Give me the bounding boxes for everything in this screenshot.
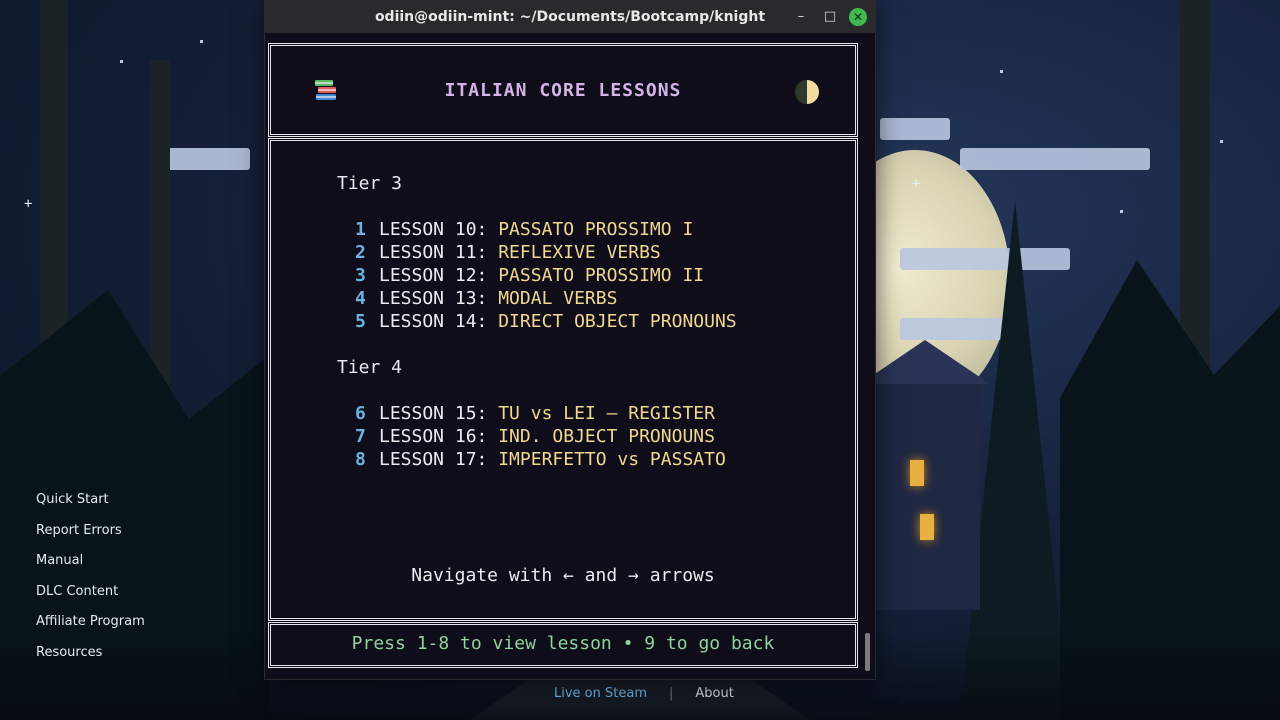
prompt-box: Press 1-8 to view lesson • 9 to go back bbox=[268, 622, 858, 668]
lesson-item[interactable]: 8 LESSON 17: IMPERFETTO vs PASSATO bbox=[355, 449, 726, 470]
close-button[interactable]: ✕ bbox=[849, 8, 867, 26]
menu-resources[interactable]: Resources bbox=[36, 643, 145, 674]
maximize-button[interactable]: □ bbox=[821, 8, 839, 26]
star: + bbox=[24, 196, 33, 212]
lesson-number: 4 bbox=[355, 288, 366, 309]
minimize-button[interactable]: – bbox=[792, 8, 810, 26]
desktop-footer: Live on Steam | About bbox=[554, 686, 734, 701]
terminal-scrollbar[interactable] bbox=[865, 633, 870, 671]
terminal-window[interactable]: odiin@odiin-mint: ~/Documents/Bootcamp/k… bbox=[264, 0, 876, 680]
lesson-label: LESSON 14: bbox=[379, 311, 499, 332]
lessons-box: Tier 3 1 LESSON 10: PASSATO PROSSIMO I 2L… bbox=[268, 138, 858, 621]
menu-quick-start[interactable]: Quick Start bbox=[36, 490, 145, 521]
lesson-label: LESSON 12: bbox=[379, 265, 499, 286]
lesson-label: LESSON 17: bbox=[379, 449, 499, 470]
tier-heading: Tier 3 bbox=[337, 173, 403, 194]
lesson-name: TU vs LEI – REGISTER bbox=[498, 403, 715, 424]
lesson-name: DIRECT OBJECT PRONOUNS bbox=[498, 311, 737, 332]
star bbox=[1120, 210, 1123, 213]
lesson-label: LESSON 16: bbox=[379, 426, 499, 447]
cloud bbox=[960, 148, 1150, 170]
lesson-name: MODAL VERBS bbox=[498, 288, 618, 309]
lesson-item[interactable]: 7 LESSON 16: IND. OBJECT PRONOUNS bbox=[355, 426, 715, 447]
menu-affiliate-program[interactable]: Affiliate Program bbox=[36, 612, 145, 643]
lesson-number: 6 bbox=[355, 403, 366, 424]
star bbox=[120, 60, 123, 63]
cloud bbox=[900, 248, 1070, 270]
lesson-item[interactable]: 6 LESSON 15: TU vs LEI – REGISTER bbox=[355, 403, 715, 424]
lesson-label: LESSON 11: bbox=[379, 242, 499, 263]
tier-heading: Tier 4 bbox=[337, 357, 403, 378]
lesson-name: REFLEXIVE VERBS bbox=[498, 242, 661, 263]
live-on-steam-link[interactable]: Live on Steam bbox=[554, 686, 647, 701]
cloud bbox=[900, 318, 1010, 340]
desktop-side-menu: Quick Start Report Errors Manual DLC Con… bbox=[36, 490, 145, 673]
lesson-item[interactable]: 4 LESSON 13: MODAL VERBS bbox=[355, 288, 617, 309]
lesson-name: PASSATO PROSSIMO I bbox=[498, 219, 694, 240]
lit-window bbox=[920, 514, 934, 540]
app-title: ITALIAN CORE LESSONS bbox=[444, 80, 682, 101]
lesson-label: LESSON 10: bbox=[379, 219, 499, 240]
menu-manual[interactable]: Manual bbox=[36, 551, 145, 582]
header-box: ITALIAN CORE LESSONS bbox=[268, 43, 858, 137]
window-titlebar[interactable]: odiin@odiin-mint: ~/Documents/Bootcamp/k… bbox=[265, 1, 875, 33]
star bbox=[1000, 70, 1003, 73]
lesson-label: LESSON 15: bbox=[379, 403, 499, 424]
lesson-number: 8 bbox=[355, 449, 366, 470]
command-prompt: Press 1-8 to view lesson • 9 to go back bbox=[351, 633, 775, 654]
lesson-number: 7 bbox=[355, 426, 366, 447]
lesson-item[interactable]: 1 LESSON 10: PASSATO PROSSIMO I bbox=[355, 219, 693, 240]
lesson-name: PASSATO PROSSIMO II bbox=[498, 265, 705, 286]
half-moon-theme-icon[interactable] bbox=[795, 80, 819, 104]
about-link[interactable]: About bbox=[695, 686, 733, 701]
lit-window bbox=[910, 460, 924, 486]
lesson-name: IMPERFETTO vs PASSATO bbox=[498, 449, 726, 470]
lesson-name: IND. OBJECT PRONOUNS bbox=[498, 426, 715, 447]
lesson-item[interactable]: 3 LESSON 12: PASSATO PROSSIMO II bbox=[355, 265, 704, 286]
house bbox=[860, 340, 990, 610]
menu-report-errors[interactable]: Report Errors bbox=[36, 521, 145, 552]
lesson-item[interactable]: 5 LESSON 14: DIRECT OBJECT PRONOUNS bbox=[355, 311, 737, 332]
lesson-label: LESSON 13: bbox=[379, 288, 499, 309]
star bbox=[1220, 140, 1223, 143]
lesson-number: 1 bbox=[355, 219, 366, 240]
lesson-number: 3 bbox=[355, 265, 366, 286]
footer-separator: | bbox=[668, 686, 674, 701]
star bbox=[200, 40, 203, 43]
terminal-content[interactable]: ITALIAN CORE LESSONS Tier 3 1 LESSON 10: … bbox=[265, 33, 875, 679]
lesson-item[interactable]: 2 LESSON 11: REFLEXIVE VERBS bbox=[355, 242, 661, 263]
cloud bbox=[880, 118, 950, 140]
menu-dlc-content[interactable]: DLC Content bbox=[36, 582, 145, 613]
lesson-number: 5 bbox=[355, 311, 366, 332]
navigation-hint: Navigate with ← and → arrows bbox=[411, 565, 715, 586]
lesson-number: 2 bbox=[355, 242, 366, 263]
star: + bbox=[912, 176, 921, 192]
window-title: odiin@odiin-mint: ~/Documents/Bootcamp/k… bbox=[374, 9, 766, 25]
